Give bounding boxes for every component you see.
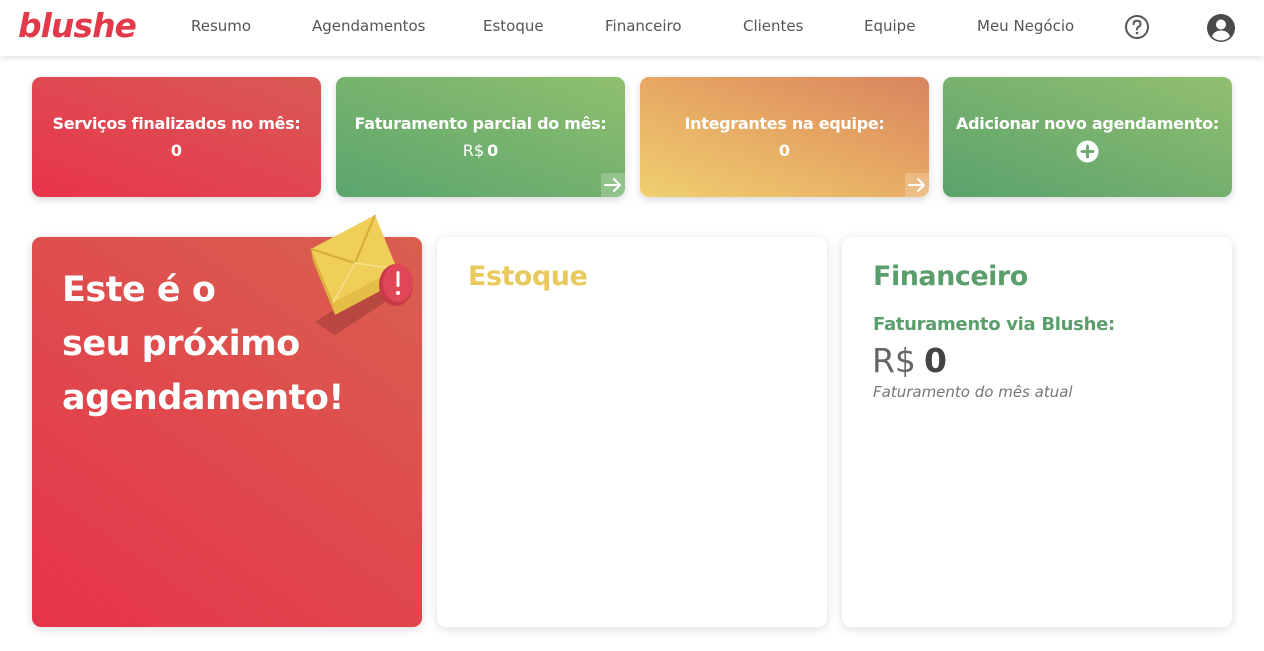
nav-resumo[interactable]: Resumo [191,17,251,35]
top-navbar: blushe Resumo Agendamentos Estoque Finan… [0,0,1264,56]
stat-card-faturamento[interactable]: Faturamento parcial do mês: R$ 0 [336,77,625,197]
nav-meu-negocio[interactable]: Meu Negócio [977,17,1074,35]
financeiro-note: Faturamento do mês atual [873,383,1073,401]
stat-value: 0 [170,141,183,160]
estoque-title: Estoque [468,261,588,292]
arrow-right-icon[interactable] [601,173,625,197]
stat-card-integrantes[interactable]: Integrantes na equipe: 0 [640,77,929,197]
stat-value: R$ 0 [462,141,499,160]
arrow-right-icon[interactable] [905,173,929,197]
brand-logo[interactable]: blushe [18,6,137,45]
stat-value: 0 [778,141,791,160]
financeiro-card: Financeiro Faturamento via Blushe: R$ 0 F… [842,237,1232,627]
nav-financeiro[interactable]: Financeiro [605,17,682,35]
plus-circle-icon[interactable] [1076,140,1099,163]
help-circle-icon[interactable] [1123,13,1151,41]
stat-title: Adicionar novo agendamento: [956,114,1219,133]
stat-card-servicos: Serviços finalizados no mês: 0 [32,77,321,197]
financeiro-title: Financeiro [873,261,1028,292]
stat-title: Serviços finalizados no mês: [52,114,301,133]
next-appointment-card: Este é o seu próximo agendamento! [32,214,422,627]
user-avatar-icon[interactable] [1206,13,1235,42]
nav-equipe[interactable]: Equipe [864,17,915,35]
add-appointment-card[interactable]: Adicionar novo agendamento: [943,77,1232,197]
nav-estoque[interactable]: Estoque [483,17,544,35]
nav-clientes[interactable]: Clientes [743,17,803,35]
next-line-3: agendamento! [62,378,344,418]
stat-title: Integrantes na equipe: [684,114,885,133]
nav-agendamentos[interactable]: Agendamentos [312,17,425,35]
financeiro-value: R$ 0 [872,341,947,380]
envelope-alert-icon [305,207,415,357]
financeiro-subtitle: Faturamento via Blushe: [873,314,1115,335]
estoque-card: Estoque [437,237,827,627]
stat-title: Faturamento parcial do mês: [354,114,607,133]
